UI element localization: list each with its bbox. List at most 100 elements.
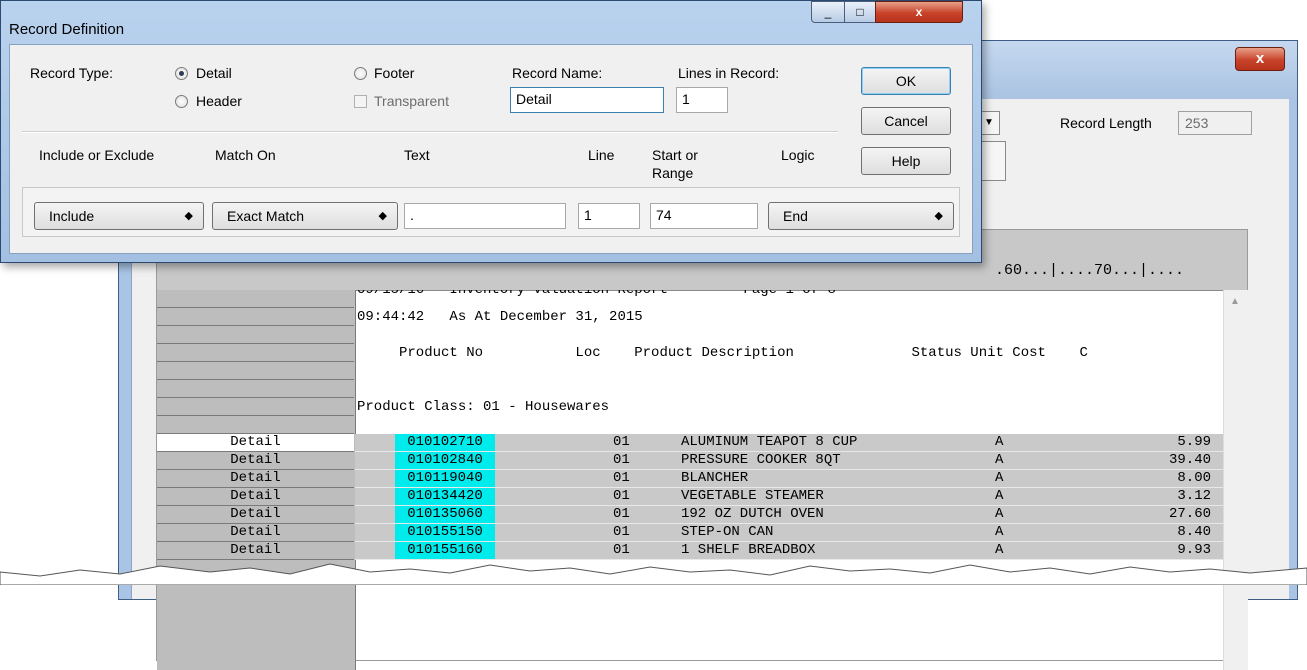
record-name-label: Record Name: <box>512 65 603 81</box>
product-no-cell: 010134420 <box>395 488 495 505</box>
unit-cost-cell: 8.40 <box>1177 524 1211 540</box>
loc-cell: 01 <box>613 488 630 504</box>
record-label-cell: Detail <box>157 488 354 506</box>
status-cell: A <box>995 470 1004 486</box>
record-label-cell: Detail <box>157 524 354 542</box>
report-text-area[interactable]: 09/15/16 Inventory Valuation Report Page… <box>355 290 1223 670</box>
transparent-checkbox[interactable] <box>354 95 367 108</box>
loc-cell: 01 <box>613 524 630 540</box>
text-field[interactable]: . <box>404 203 566 229</box>
radio-footer-label[interactable]: Footer <box>374 65 414 81</box>
record-label-cell: Detail <box>157 434 354 452</box>
record-label-cell <box>157 290 354 308</box>
field-box <box>978 141 1006 181</box>
record-label-cell <box>157 416 354 434</box>
lines-in-record-field[interactable]: 1 <box>676 87 728 113</box>
transparent-label[interactable]: Transparent <box>374 93 449 109</box>
logic-select[interactable]: End ◆ <box>768 202 954 230</box>
radio-header[interactable] <box>175 95 188 108</box>
scroll-up-icon[interactable]: ▲ <box>1230 296 1240 307</box>
product-no-cell: 010135060 <box>395 506 495 523</box>
record-length-field: 253 <box>1178 111 1252 135</box>
unit-cost-cell: 27.60 <box>1168 506 1211 522</box>
unit-cost-cell: 39.40 <box>1168 452 1211 468</box>
unit-cost-cell: 9.93 <box>1177 542 1211 558</box>
record-label-cell <box>157 398 354 416</box>
match-on-select[interactable]: Exact Match ◆ <box>212 202 398 230</box>
report-line: Product Class: 01 - Housewares <box>357 399 610 415</box>
status-cell: A <box>995 488 1004 504</box>
col-start-or: Start or <box>652 147 698 163</box>
loc-cell: 01 <box>613 452 630 468</box>
product-no-cell: 010155150 <box>395 524 495 541</box>
include-exclude-value: Include <box>49 208 95 224</box>
radio-footer[interactable] <box>354 67 367 80</box>
description-cell: PRESSURE COOKER 8QT <box>681 452 841 468</box>
report-line: 09:44:42 As At December 31, 2015 <box>357 309 643 325</box>
col-text: Text <box>404 147 430 163</box>
record-label-cell: Detail <box>157 452 354 470</box>
unit-cost-cell: 3.12 <box>1177 488 1211 504</box>
table-row[interactable]: 010134420 01 VEGETABLE STEAMER A 3.12 <box>355 488 1223 506</box>
start-range-field[interactable]: 74 <box>650 203 758 229</box>
table-row[interactable]: 010102710 01 ALUMINUM TEAPOT 8 CUP A 5.99 <box>355 434 1223 452</box>
description-cell: 192 OZ DUTCH OVEN <box>681 506 824 522</box>
table-row[interactable]: 010119040 01 BLANCHER A 8.00 <box>355 470 1223 488</box>
minimize-button[interactable]: _ <box>811 1 845 23</box>
product-no-cell: 010102710 <box>395 434 495 451</box>
record-label-cell <box>157 326 354 344</box>
product-no-cell: 010155160 <box>395 542 495 559</box>
radio-header-label[interactable]: Header <box>196 93 242 109</box>
radio-detail-label[interactable]: Detail <box>196 65 232 81</box>
col-match-on: Match On <box>215 147 276 163</box>
unit-cost-cell: 8.00 <box>1177 470 1211 486</box>
record-label-column: Detail Detail Detail Detail Detail Detail Deta… <box>157 290 356 670</box>
table-row[interactable]: 010135060 01 192 OZ DUTCH OVEN A 27.60 <box>355 506 1223 524</box>
record-label-cell: Detail <box>157 506 354 524</box>
record-label-cell <box>157 362 354 380</box>
match-on-value: Exact Match <box>227 208 305 224</box>
ok-button[interactable]: OK <box>861 67 951 95</box>
record-type-label: Record Type: <box>30 65 114 81</box>
cancel-button[interactable]: Cancel <box>861 107 951 135</box>
help-button[interactable]: Help <box>861 147 951 175</box>
vertical-scrollbar[interactable]: ▲ <box>1223 290 1248 670</box>
loc-cell: 01 <box>613 434 630 450</box>
description-cell: ALUMINUM TEAPOT 8 CUP <box>681 434 858 450</box>
table-row[interactable]: 010102840 01 PRESSURE COOKER 8QT A 39.40 <box>355 452 1223 470</box>
col-logic: Logic <box>781 147 815 163</box>
record-label-cell <box>157 344 354 362</box>
radio-detail[interactable] <box>175 67 188 80</box>
col-include-exclude: Include or Exclude <box>39 147 155 163</box>
line-field[interactable]: 1 <box>578 203 640 229</box>
dropdown-icon: ◆ <box>378 210 387 222</box>
report-grid: .60...|....70...|.... Detail Detail Detail… <box>156 229 1248 670</box>
dropdown-icon: ◆ <box>184 210 193 222</box>
include-exclude-select[interactable]: Include ◆ <box>34 202 204 230</box>
record-name-field[interactable]: Detail <box>510 87 664 113</box>
maximize-button[interactable]: □ <box>844 1 876 23</box>
separator <box>22 131 838 133</box>
loc-cell: 01 <box>613 542 630 558</box>
description-cell: 1 SHELF BREADBOX <box>681 542 816 558</box>
dialog-close-button[interactable]: x <box>875 1 963 23</box>
status-cell: A <box>995 524 1004 540</box>
product-no-cell: 010102840 <box>395 452 495 469</box>
description-cell: BLANCHER <box>681 470 749 486</box>
logic-value: End <box>783 208 808 224</box>
record-label-cell <box>157 380 354 398</box>
ruler-text: .60...|....70...|.... <box>995 262 1185 279</box>
product-no-cell: 010119040 <box>395 470 495 487</box>
description-cell: STEP-ON CAN <box>681 524 774 540</box>
status-cell: A <box>995 506 1004 522</box>
dialog-title: Record Definition <box>9 21 125 38</box>
table-row[interactable]: 010155160 01 1 SHELF BREADBOX A 9.93 <box>355 542 1223 560</box>
record-label-cell <box>157 308 354 326</box>
dialog-body: Record Type: Detail Header Footer Transp… <box>9 44 973 254</box>
table-row[interactable]: 010155150 01 STEP-ON CAN A 8.40 <box>355 524 1223 542</box>
description-cell: VEGETABLE STEAMER <box>681 488 824 504</box>
close-button[interactable]: x <box>1235 47 1285 71</box>
unit-cost-cell: 5.99 <box>1177 434 1211 450</box>
record-label-cell: Detail <box>157 542 354 560</box>
dropdown-icon: ◆ <box>934 210 943 222</box>
